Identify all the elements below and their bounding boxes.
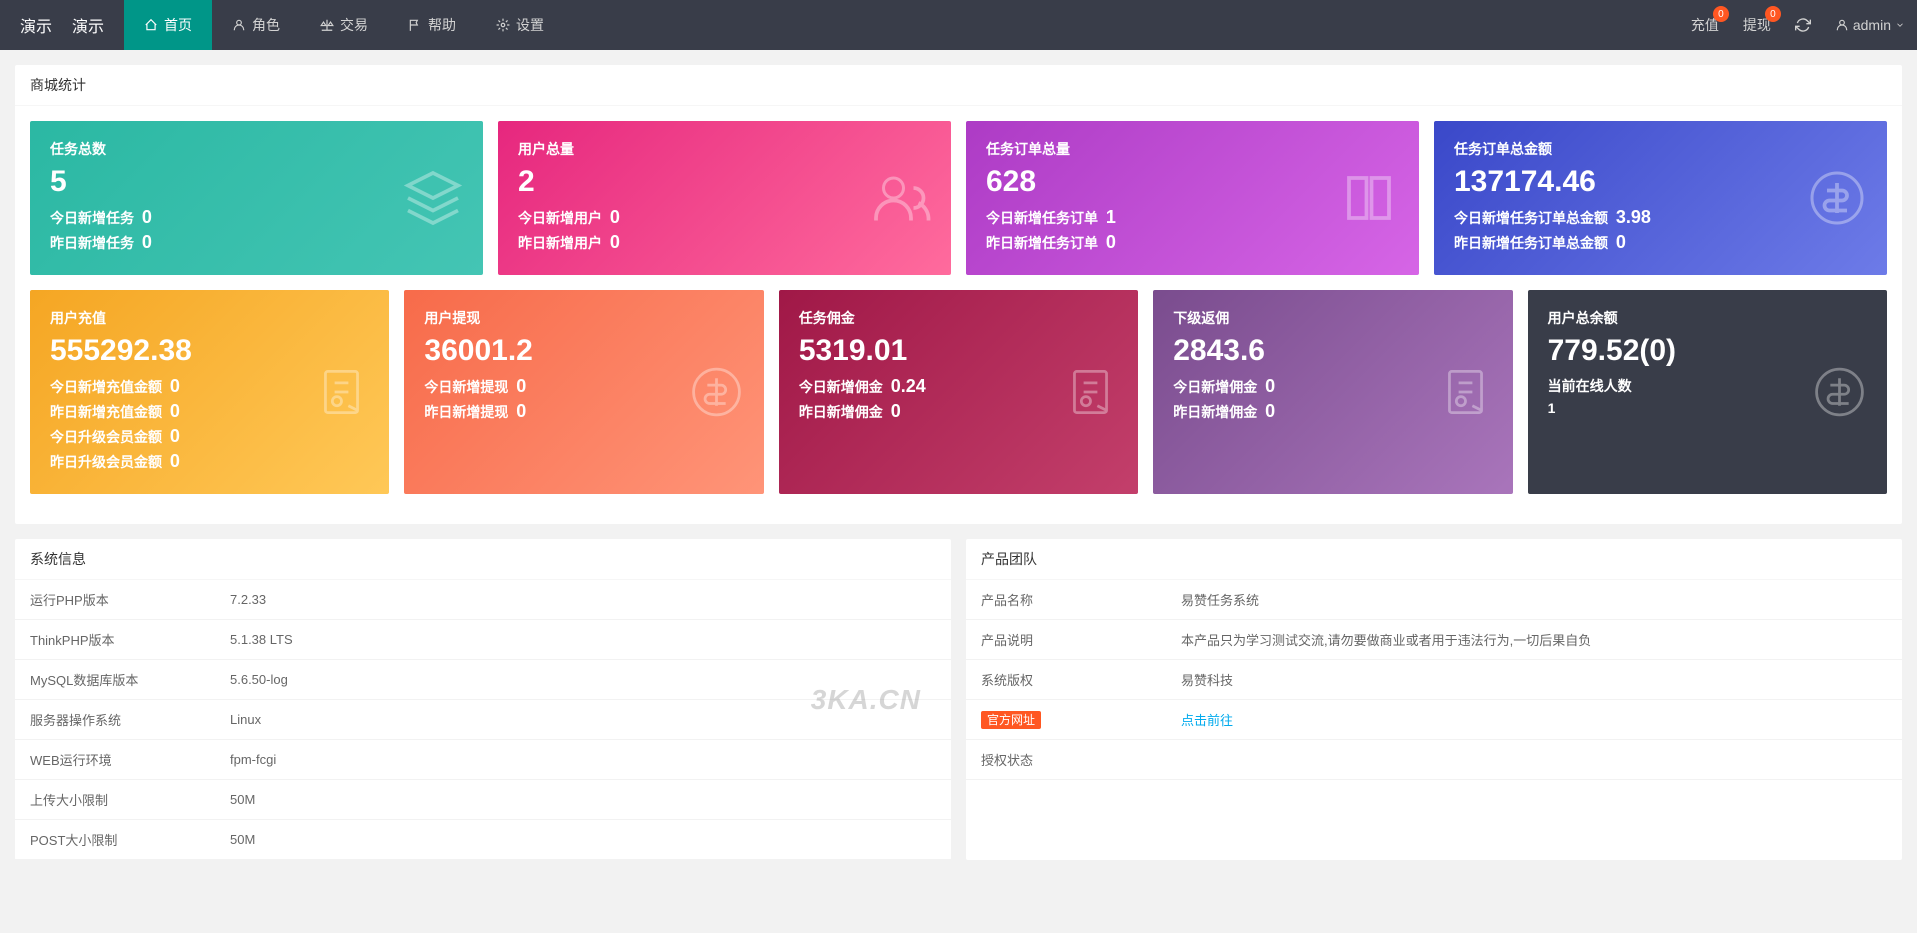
refresh-button[interactable] (1783, 0, 1823, 50)
main-content: 商城统计 任务总数 5 今日新增任务 0 昨日新增任务 0 用户总量 2 今日新… (0, 50, 1917, 890)
table-row: 产品说明本产品只为学习测试交流,请勿要做商业或者用于违法行为,一切后果自负 (966, 620, 1902, 660)
card-bg-icon (1339, 168, 1399, 228)
stat-card: 用户充值 555292.38 今日新增充值金额 0昨日新增充值金额 0今日升级会… (30, 290, 389, 494)
table-row: POST大小限制50M (15, 820, 951, 860)
stat-card: 任务总数 5 今日新增任务 0 昨日新增任务 0 (30, 121, 483, 275)
top-header: 演示 演示 首页角色交易帮助设置 充值 0 提现 0 admin (0, 0, 1917, 50)
official-link[interactable]: 点击前往 (1181, 713, 1233, 728)
stats-panel-title: 商城统计 (15, 65, 1902, 106)
stats-panel: 商城统计 任务总数 5 今日新增任务 0 昨日新增任务 0 用户总量 2 今日新… (15, 65, 1902, 524)
logo-text-2: 演示 (72, 13, 104, 37)
user-icon (232, 18, 246, 32)
stats-row-2: 用户充值 555292.38 今日新增充值金额 0昨日新增充值金额 0今日升级会… (30, 290, 1887, 494)
nav-item-user[interactable]: 角色 (212, 0, 300, 50)
table-row: 官方网址 点击前往 (966, 700, 1902, 740)
info-columns: 系统信息 运行PHP版本7.2.33ThinkPHP版本5.1.38 LTSMy… (15, 539, 1902, 875)
table-row: 授权状态 (966, 740, 1902, 780)
table-row: 运行PHP版本7.2.33 (15, 580, 951, 620)
sysinfo-panel: 系统信息 运行PHP版本7.2.33ThinkPHP版本5.1.38 LTSMy… (15, 539, 951, 860)
nav-item-scale[interactable]: 交易 (300, 0, 388, 50)
team-panel: 产品团队 产品名称易赞任务系统产品说明本产品只为学习测试交流,请勿要做商业或者用… (966, 539, 1902, 860)
table-row: 上传大小限制50M (15, 780, 951, 820)
stat-card: 任务订单总量 628 今日新增任务订单 1 昨日新增任务订单 0 (966, 121, 1419, 275)
card-bg-icon (871, 168, 931, 228)
table-row: 系统版权易赞科技 (966, 660, 1902, 700)
withdraw-link[interactable]: 提现 0 (1731, 0, 1783, 50)
withdraw-badge: 0 (1765, 6, 1781, 22)
refresh-icon (1795, 17, 1811, 33)
card-bg-icon (689, 365, 744, 420)
home-icon (144, 18, 158, 32)
card-bg-icon (403, 168, 463, 228)
recharge-link[interactable]: 充值 0 (1679, 0, 1731, 50)
recharge-badge: 0 (1713, 6, 1729, 22)
card-bg-icon (1438, 365, 1493, 420)
sysinfo-title: 系统信息 (15, 539, 951, 580)
logo-area: 演示 演示 (0, 0, 124, 50)
user-menu[interactable]: admin (1823, 0, 1917, 50)
team-title: 产品团队 (966, 539, 1902, 580)
user-icon (1835, 18, 1849, 32)
card-bg-icon (314, 365, 369, 420)
table-row: 产品名称易赞任务系统 (966, 580, 1902, 620)
tag-badge: 官方网址 (981, 711, 1041, 729)
nav-item-gear[interactable]: 设置 (476, 0, 564, 50)
card-bg-icon (1807, 168, 1867, 228)
card-bg-icon (1063, 365, 1118, 420)
table-row: 服务器操作系统Linux (15, 700, 951, 740)
sysinfo-table: 运行PHP版本7.2.33ThinkPHP版本5.1.38 LTSMySQL数据… (15, 580, 951, 860)
stat-card: 任务订单总金额 137174.46 今日新增任务订单总金额 3.98 昨日新增任… (1434, 121, 1887, 275)
stat-card: 任务佣金 5319.01 今日新增佣金 0.24昨日新增佣金 0 (779, 290, 1138, 494)
main-nav: 首页角色交易帮助设置 (124, 0, 564, 50)
stat-card: 下级返佣 2843.6 今日新增佣金 0昨日新增佣金 0 (1153, 290, 1512, 494)
stats-row-1: 任务总数 5 今日新增任务 0 昨日新增任务 0 用户总量 2 今日新增用户 0… (30, 121, 1887, 275)
table-row: WEB运行环境fpm-fcgi (15, 740, 951, 780)
header-right: 充值 0 提现 0 admin (1679, 0, 1917, 50)
team-table: 产品名称易赞任务系统产品说明本产品只为学习测试交流,请勿要做商业或者用于违法行为… (966, 580, 1902, 780)
chevron-down-icon (1895, 20, 1905, 30)
nav-item-home[interactable]: 首页 (124, 0, 212, 50)
stat-card: 用户总余额 779.52(0) 当前在线人数1 (1528, 290, 1887, 494)
logo-text-1: 演示 (20, 13, 52, 37)
scale-icon (320, 18, 334, 32)
table-row: ThinkPHP版本5.1.38 LTS (15, 620, 951, 660)
card-bg-icon (1812, 365, 1867, 420)
flag-icon (408, 18, 422, 32)
table-row: MySQL数据库版本5.6.50-log (15, 660, 951, 700)
stat-card: 用户提现 36001.2 今日新增提现 0昨日新增提现 0 (404, 290, 763, 494)
gear-icon (496, 18, 510, 32)
stat-card: 用户总量 2 今日新增用户 0 昨日新增用户 0 (498, 121, 951, 275)
nav-item-flag[interactable]: 帮助 (388, 0, 476, 50)
